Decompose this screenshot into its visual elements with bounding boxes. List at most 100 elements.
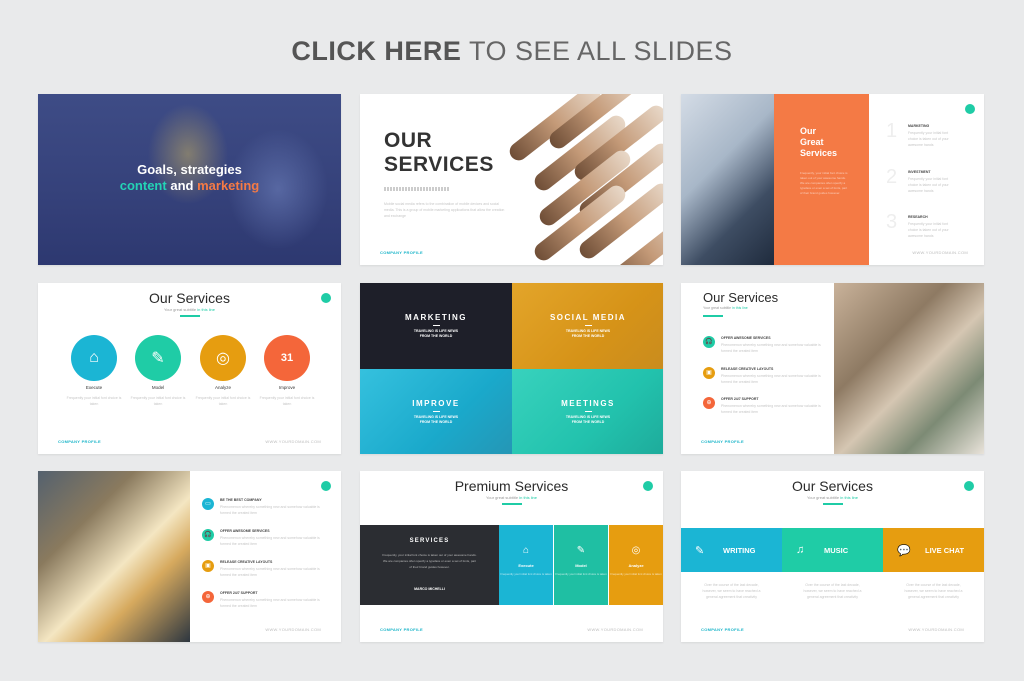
subtitle-text: Your great subtitle [703, 306, 732, 310]
feature-body: Phenomenon whereby something new and som… [220, 536, 320, 546]
item-heading: INVESTMENT [908, 170, 931, 174]
headline-light[interactable]: TO SEE ALL SLIDES [469, 36, 733, 66]
subtitle-accent: in this line [519, 495, 538, 500]
footer-company-profile: COMPANY PROFILE [380, 627, 424, 632]
layout-icon: ▣ [202, 560, 214, 572]
feature-heading: OFFER 24/7 SUPPORT [721, 397, 759, 401]
subtitle-line: FROM THE WORLD [419, 334, 453, 338]
column-label: Model [575, 563, 587, 568]
layout-icon: ▣ [703, 367, 715, 379]
quadrant-title: IMPROVE [412, 399, 460, 408]
feature-body: Phenomenon whereby something new and som… [721, 404, 821, 414]
subtitle-text: Your great subtitle [806, 495, 840, 500]
quadrant-subtitle: TRAVELING IS LIFE NEWS FROM THE WORLD [414, 415, 458, 425]
feature-heading: OFFER AWESOME SERVICES [220, 529, 270, 533]
quadrant-subtitle: TRAVELING IS LIFE NEWS FROM THE WORLD [566, 415, 610, 425]
item-number: 2 [886, 166, 898, 188]
slide-thumbnail-premium-services[interactable]: Premium Services Your great subtitle in … [360, 471, 663, 642]
word-and: and [170, 178, 194, 193]
subtitle-text: Your great subtitle [485, 495, 519, 500]
business-photo [681, 94, 774, 265]
subtitle-line: FROM THE WORLD [571, 420, 605, 424]
slide-subtitle: Your great subtitle in this line [703, 306, 748, 310]
service-label: Model [151, 385, 165, 390]
feature-heading: BE THE BEST COMPANY [220, 498, 262, 502]
feature-heading: OFFER 24/7 SUPPORT [220, 591, 258, 595]
slide-subtitle: Your great subtitle in this line [360, 495, 663, 500]
slide-thumbnail-our-services-cover[interactable]: OUR SERVICES Mobile social media refers … [360, 94, 663, 265]
title-line-2: Great [800, 137, 824, 147]
subtitle-accent: in this line [840, 495, 859, 500]
page-number-badge [643, 481, 653, 491]
footer-domain: WWW.YOURDOMAIN.COM [912, 250, 968, 255]
quadrant-meetings: MEETINGS TRAVELING IS LIFE NEWS FROM THE … [512, 369, 663, 454]
band-description: Over the course of the last decade, howe… [702, 583, 761, 599]
slide-thumbnail-our-services-circles[interactable]: Our Services Your great subtitle in this… [38, 283, 341, 454]
service-column: ✎ Model Frequently your initial font cho… [554, 525, 608, 605]
slide-thumbnail-our-services-bands[interactable]: Our Services Your great subtitle in this… [681, 471, 984, 642]
headphones-icon: 🎧 [202, 529, 214, 541]
service-column: ◎ Analyze Frequently your initial font c… [609, 525, 663, 605]
service-label: Execute [85, 385, 103, 390]
orange-panel: Our Great Services Frequently, your init… [774, 94, 869, 265]
word-content: content [119, 178, 167, 193]
quadrant-subtitle: TRAVELING IS LIFE NEWS FROM THE WORLD [414, 329, 458, 339]
pencil-icon: ✎ [695, 544, 705, 557]
quadrant-title: MARKETING [405, 313, 467, 322]
footer-company-profile: COMPANY PROFILE [701, 627, 745, 632]
service-desc: Frequently your initial font choice is t… [259, 396, 315, 406]
team-meeting-photo [834, 283, 984, 454]
feature-heading: OFFER AWESOME SERVICES [721, 336, 771, 340]
item-number: 3 [886, 211, 898, 233]
title-line-1: OUR [384, 129, 433, 152]
quadrant-title: MEETINGS [561, 399, 615, 408]
headline-bold[interactable]: CLICK HERE [291, 36, 461, 66]
subtitle-accent: in this line [197, 307, 216, 312]
headphones-icon: 🎧 [703, 336, 715, 348]
page-number-badge [964, 481, 974, 491]
band-label: MUSIC [824, 545, 849, 555]
title-underline [179, 315, 200, 317]
chat-bubbles-icon: 💬 [897, 544, 911, 557]
subtitle-line: FROM THE WORLD [419, 420, 453, 424]
band-music: ♫ MUSIC [782, 528, 883, 572]
item-heading: RESEARCH [908, 215, 928, 219]
subtitle-line: FROM THE WORLD [571, 334, 605, 338]
band-description: Over the course of the last decade, howe… [904, 583, 963, 599]
band-writing: ✎ WRITING [681, 528, 782, 572]
service-column: ⌂ Execute Frequently your initial font c… [499, 525, 553, 605]
slide-thumbnail-great-services[interactable]: Our Great Services Frequently, your init… [681, 94, 984, 265]
support-icon: ⊕ [202, 591, 214, 603]
team-laptop-photo [38, 471, 190, 642]
word-marketing: marketing [197, 178, 260, 193]
item-body: Frequently your initial font choice is t… [908, 222, 949, 238]
footer-domain: WWW.YOURDOMAIN.COM [587, 627, 643, 632]
click-here-headline[interactable]: CLICK HERE TO SEE ALL SLIDES [0, 36, 1024, 67]
slide-thumbnail-four-quadrants[interactable]: MARKETING TRAVELING IS LIFE NEWS FROM THE… [360, 283, 663, 454]
slide-thumbnail-team-features[interactable]: ▭ BE THE BEST COMPANY Phenomenon whereby… [38, 471, 341, 642]
slide-subtitle: Your great subtitle in this line [681, 495, 984, 500]
home-icon: ⌂ [522, 545, 530, 556]
footer-domain: WWW.YOURDOMAIN.COM [265, 439, 321, 444]
panel-heading: SERVICES [409, 538, 450, 544]
service-label: Analyze [214, 385, 231, 390]
support-icon: ⊕ [703, 397, 715, 409]
feature-body: Phenomenon whereby something new and som… [220, 598, 320, 608]
slide-headline: Goals, strategies content and marketing [38, 162, 341, 194]
column-label: Execute [518, 563, 534, 568]
page-number-badge [321, 481, 331, 491]
slide-thumbnail-our-services-features[interactable]: Our Services Your great subtitle in this… [681, 283, 984, 454]
feature-heading: RELEASE CREATIVE LAYOUTS [721, 367, 774, 371]
edit-icon: ✎ [576, 545, 586, 556]
slide-thumbnail-goals[interactable]: Goals, strategies content and marketing [38, 94, 341, 265]
feature-body: Phenomenon whereby something new and som… [220, 505, 320, 515]
footer-company-profile: COMPANY PROFILE [58, 439, 102, 444]
column-body: Frequently your initial font choice is t… [555, 572, 607, 576]
feature-body: Phenomenon whereby something new and som… [721, 343, 821, 353]
title-underline [703, 315, 723, 317]
panel-description: Frequently, your initial font choice is … [800, 171, 848, 195]
quadrant-subtitle: TRAVELING IS LIFE NEWS FROM THE WORLD [566, 329, 610, 339]
footer-company-profile: COMPANY PROFILE [380, 250, 424, 255]
quadrant-divider [432, 411, 440, 412]
music-note-icon: ♫ [796, 544, 805, 556]
